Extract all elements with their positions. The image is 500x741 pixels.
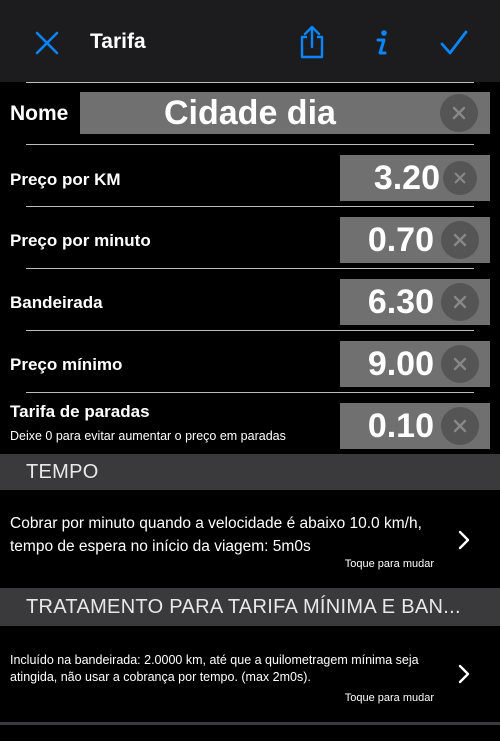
close-icon — [35, 31, 59, 55]
stop-fee-hint: Deixe 0 para evitar aumentar o preço em … — [10, 429, 286, 443]
price-per-km-value: 3.20 — [373, 158, 440, 197]
clear-icon — [454, 172, 466, 184]
clear-icon — [453, 419, 467, 433]
clear-icon — [453, 357, 467, 371]
price-per-km-clear-button[interactable] — [443, 161, 477, 195]
share-button[interactable] — [294, 22, 330, 62]
time-settings-description: Cobrar por minuto quando a velocidade é … — [10, 515, 422, 555]
confirm-button[interactable] — [436, 26, 472, 60]
flag-fee-label: Bandeirada — [10, 293, 103, 312]
section-header-tempo: TEMPO — [0, 454, 500, 490]
bottom-divider — [0, 722, 500, 725]
info-icon — [376, 30, 387, 55]
name-label: Nome — [10, 102, 69, 125]
tap-to-change-hint: Toque para mudar — [344, 692, 434, 704]
checkmark-icon — [440, 30, 468, 55]
divider — [26, 144, 474, 145]
divider — [26, 82, 474, 83]
divider — [26, 268, 474, 269]
minimum-price-value: 9.00 — [367, 344, 434, 383]
clear-icon — [452, 106, 466, 120]
share-icon — [300, 25, 324, 59]
minimum-price-clear-button[interactable] — [441, 345, 479, 383]
chevron-right-icon — [458, 530, 470, 550]
page-title: Tarifa — [90, 30, 146, 53]
price-per-minute-clear-button[interactable] — [441, 221, 479, 259]
minimum-price-label: Preço mínimo — [10, 355, 123, 374]
name-clear-button[interactable] — [440, 94, 478, 132]
price-per-km-label: Preço por KM — [10, 170, 121, 189]
stop-fee-value: 0.10 — [367, 406, 434, 445]
time-settings-row[interactable]: Cobrar por minuto quando a velocidade é … — [0, 490, 500, 588]
tap-to-change-hint: Toque para mudar — [344, 558, 434, 570]
minimum-fare-description: Incluído na bandeirada: 2.0000 km, até q… — [10, 653, 419, 684]
clear-icon — [453, 233, 467, 247]
flag-fee-value: 6.30 — [367, 282, 434, 321]
divider — [26, 392, 474, 393]
price-per-minute-label: Preço por minuto — [10, 231, 151, 250]
chevron-right-icon — [458, 664, 470, 684]
minimum-fare-settings-row[interactable]: Incluído na bandeirada: 2.0000 km, até q… — [0, 626, 500, 722]
navigation-bar: Tarifa — [0, 0, 500, 82]
info-button[interactable] — [366, 26, 396, 60]
clear-icon — [453, 295, 467, 309]
name-field[interactable]: Cidade dia — [80, 92, 490, 134]
name-value: Cidade dia — [164, 93, 336, 132]
price-per-minute-value: 0.70 — [367, 220, 434, 259]
stop-fee-clear-button[interactable] — [441, 407, 479, 445]
stop-fee-label: Tarifa de paradas — [10, 402, 150, 421]
close-button[interactable] — [30, 26, 64, 60]
divider — [26, 330, 474, 331]
flag-fee-clear-button[interactable] — [441, 283, 479, 321]
section-header-minimum-fare: TRATAMENTO PARA TARIFA MÍNIMA E BAN... — [0, 588, 500, 626]
divider — [26, 206, 474, 207]
